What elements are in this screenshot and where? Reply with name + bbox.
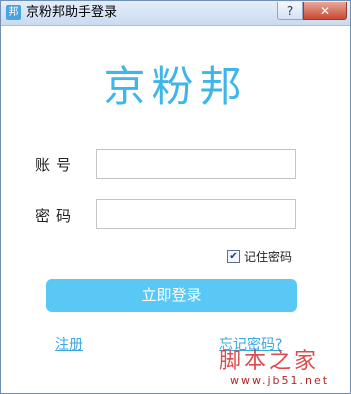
register-link[interactable]: 注册	[55, 334, 83, 354]
login-button[interactable]: 立即登录	[46, 279, 297, 312]
watermark-url: www.jb51.net	[230, 374, 330, 387]
password-input[interactable]	[96, 199, 296, 229]
password-label: 密码	[35, 207, 78, 225]
login-window: 邦 京粉邦助手登录 ? ✕ 京粉邦 账号 密码 ✔ 记住密码 立即登录 注册 忘…	[0, 0, 351, 394]
brand-logo: 京粉邦	[103, 62, 248, 111]
account-input[interactable]	[96, 149, 296, 179]
remember-label: 记住密码	[244, 250, 293, 264]
app-icon: 邦	[6, 5, 21, 20]
remember-checkbox[interactable]: ✔	[227, 250, 240, 263]
account-label: 账号	[35, 156, 78, 174]
title-bar[interactable]: 邦 京粉邦助手登录 ? ✕	[1, 1, 350, 26]
help-button[interactable]: ?	[277, 2, 303, 20]
watermark-logo: 脚本之家	[219, 349, 320, 374]
window-title: 京粉邦助手登录	[26, 5, 118, 20]
close-button[interactable]: ✕	[303, 2, 347, 20]
